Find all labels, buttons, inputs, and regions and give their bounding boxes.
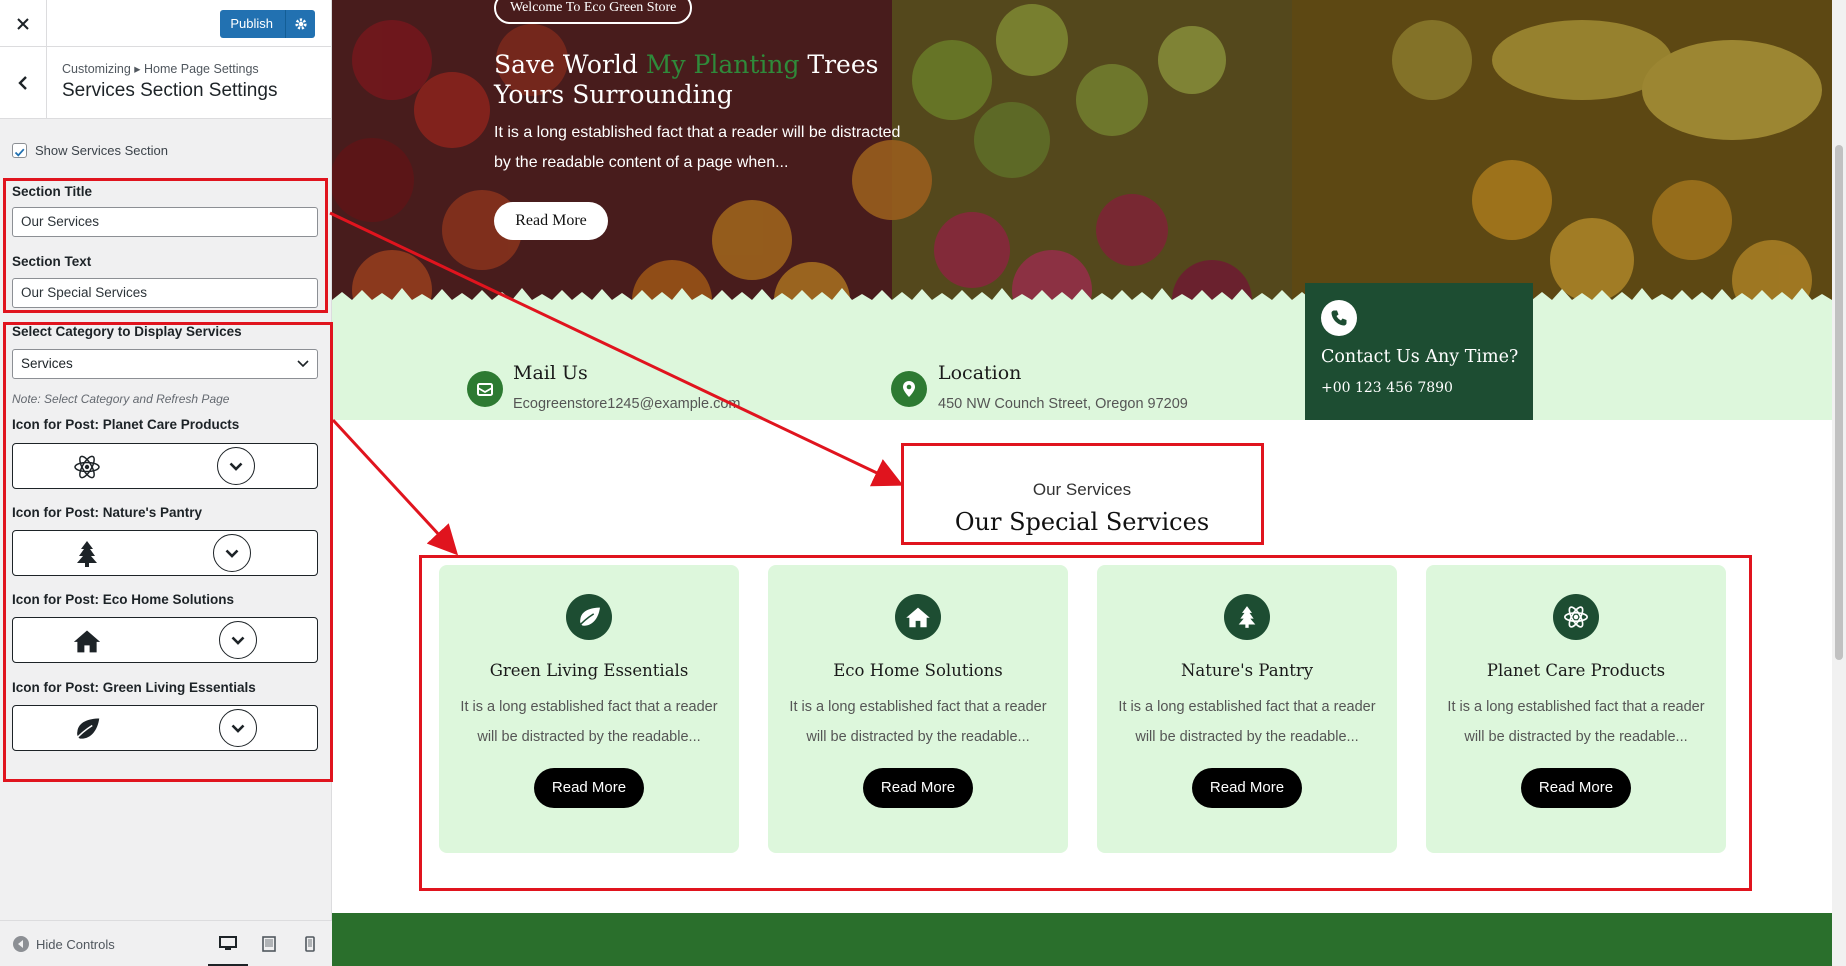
annotation-arrows [329, 211, 904, 556]
